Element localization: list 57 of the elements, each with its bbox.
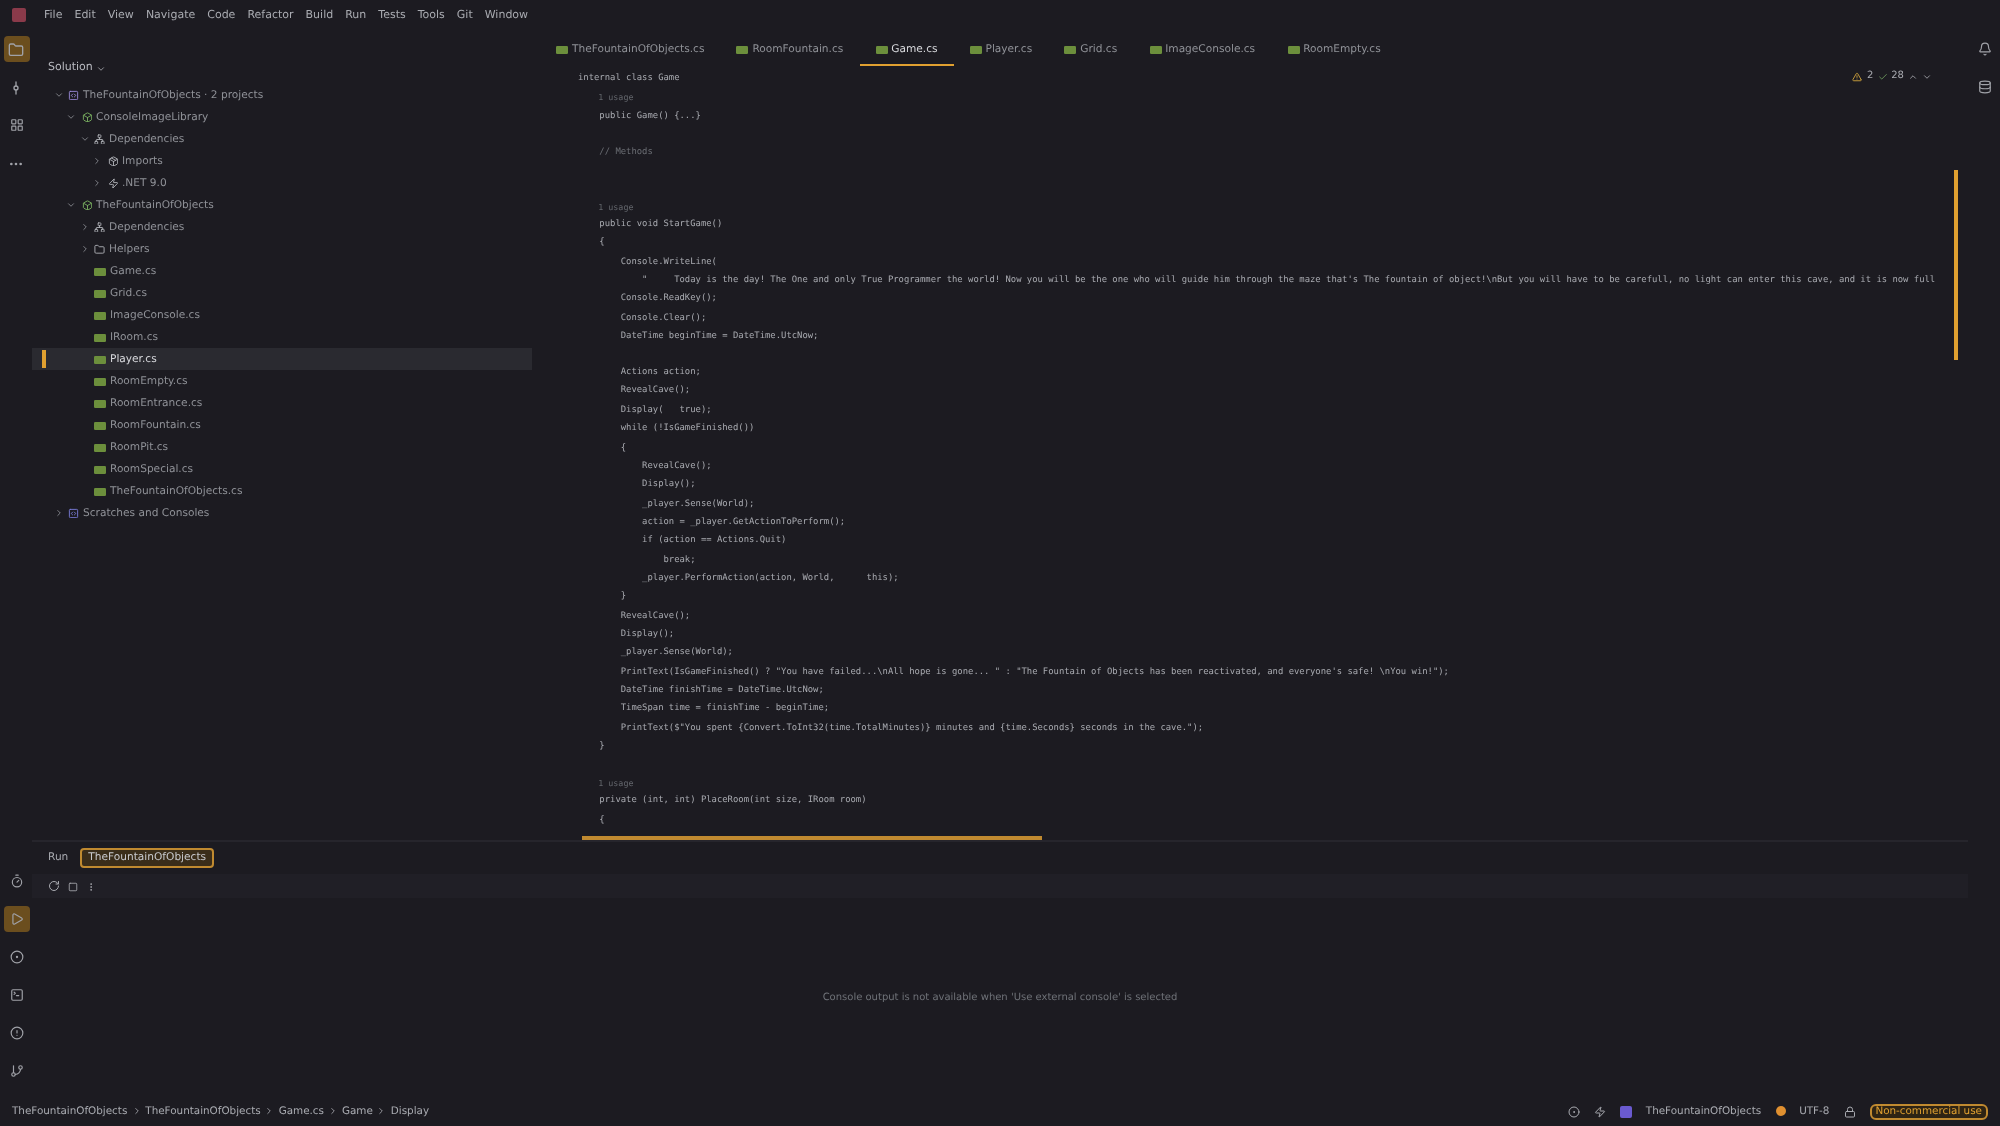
file-icon	[1149, 46, 1162, 54]
file-icon	[556, 46, 568, 54]
file-icon	[94, 465, 106, 473]
project-icon	[81, 199, 92, 211]
file-icon	[94, 399, 106, 407]
file-icon	[94, 267, 106, 275]
file-icon	[94, 289, 106, 297]
chevron-down-icon[interactable]	[66, 112, 76, 122]
package-icon	[107, 155, 118, 167]
chevron-right-icon	[376, 1106, 387, 1116]
selection-marker	[42, 350, 46, 368]
lightning-icon[interactable]	[1593, 1105, 1606, 1117]
chevron-down-icon[interactable]	[53, 90, 63, 100]
chevron-right-icon	[327, 1106, 338, 1116]
chevron-down-icon[interactable]	[66, 200, 76, 210]
plug-icon	[107, 177, 118, 189]
chevron-right-icon	[264, 1106, 275, 1116]
file-icon	[1287, 46, 1300, 54]
status-dot	[1775, 1106, 1786, 1116]
file-icon	[94, 355, 106, 363]
rerun-icon[interactable]	[48, 880, 60, 892]
chevron-down-icon[interactable]	[79, 134, 89, 144]
scrollbar-thumb[interactable]	[1954, 170, 1958, 360]
status-icon[interactable]	[1567, 1105, 1580, 1117]
file-icon	[94, 333, 106, 341]
chevron-right-icon[interactable]	[53, 508, 63, 518]
file-icon	[969, 46, 982, 54]
chevron-right-icon[interactable]	[92, 178, 102, 188]
chevron-down-icon[interactable]	[96, 64, 107, 74]
chevron-up-icon[interactable]	[1908, 71, 1918, 81]
horizontal-scrollbar[interactable]	[582, 836, 1042, 840]
project-icon	[81, 111, 92, 123]
chevron-right-icon[interactable]	[79, 244, 89, 254]
file-icon	[94, 377, 106, 385]
file-icon	[1064, 46, 1077, 54]
file-icon	[94, 487, 106, 495]
check-icon	[1877, 71, 1888, 81]
solution-icon	[68, 89, 79, 101]
file-icon	[94, 443, 106, 451]
warning-icon	[1852, 71, 1863, 81]
folder-icon	[94, 243, 105, 255]
chevron-right-icon	[131, 1106, 142, 1116]
stop-icon[interactable]	[68, 881, 78, 891]
file-icon	[875, 46, 888, 54]
file-icon	[94, 421, 106, 429]
chevron-right-icon[interactable]	[92, 156, 102, 166]
scratch-icon	[68, 507, 79, 519]
project-icon	[1619, 1105, 1632, 1117]
dependencies-icon	[94, 221, 105, 233]
file-icon	[94, 311, 106, 319]
run-icon[interactable]	[3, 906, 29, 932]
lock-icon[interactable]	[1843, 1105, 1856, 1117]
chevron-down-icon[interactable]	[1922, 71, 1932, 81]
folder-icon[interactable]	[3, 36, 29, 62]
dependencies-icon	[94, 133, 105, 145]
file-icon	[736, 46, 749, 54]
chevron-right-icon[interactable]	[79, 222, 89, 232]
